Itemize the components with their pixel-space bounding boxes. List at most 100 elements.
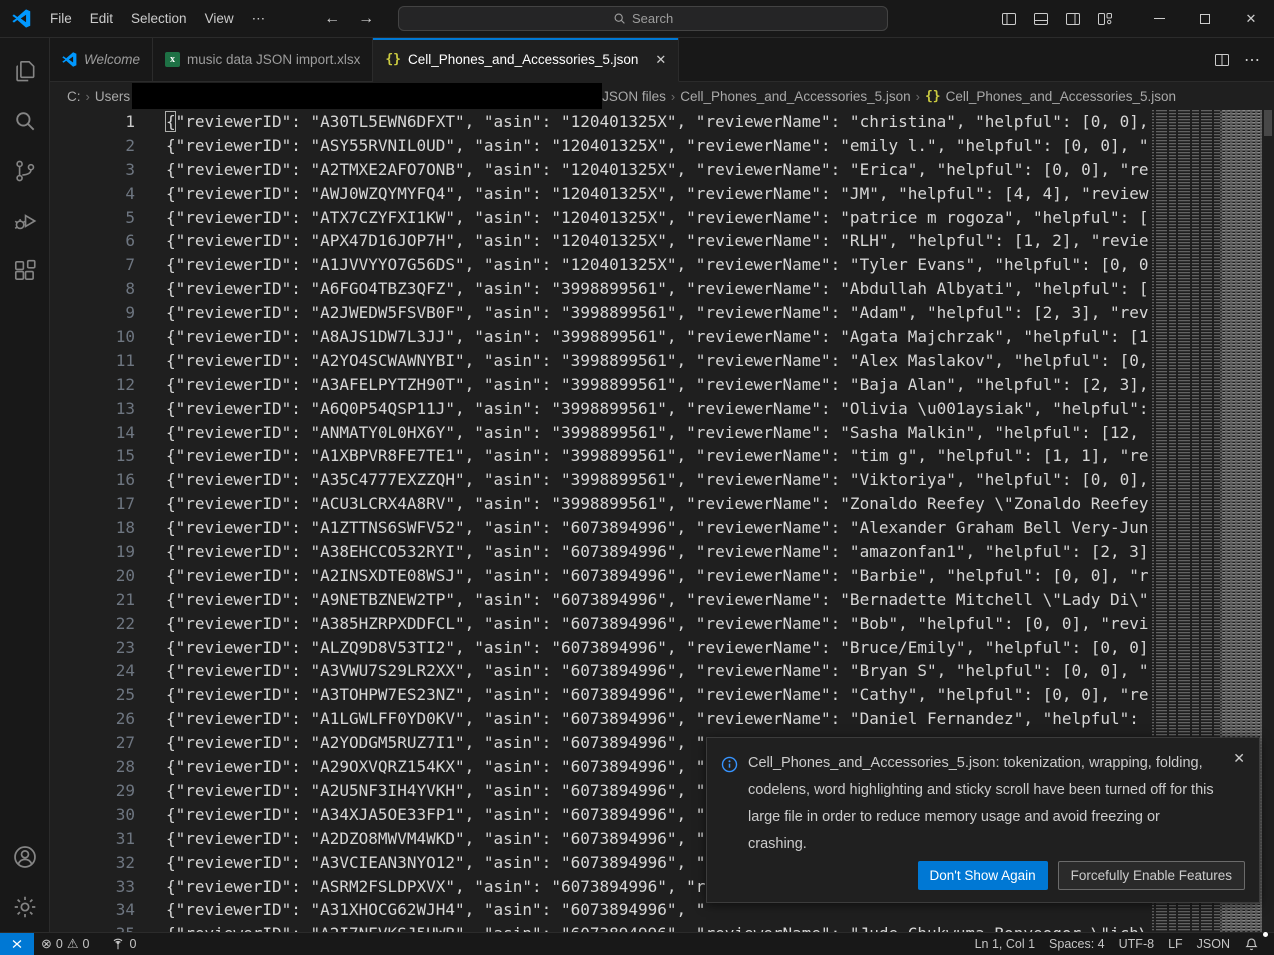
breadcrumb-drive[interactable]: C:: [67, 89, 81, 104]
code-line[interactable]: 4{"reviewerID": "AWJ0WZQYMYFQ4", "asin":…: [50, 182, 1152, 206]
line-text: {"reviewerID": "A3VWU7S29LR2XX", "asin":…: [166, 659, 1149, 683]
menu-file[interactable]: File: [41, 7, 81, 30]
code-line[interactable]: 5{"reviewerID": "ATX7CZYFXI1KW", "asin":…: [50, 206, 1152, 230]
notification-close-icon[interactable]: ✕: [1233, 750, 1245, 858]
code-line[interactable]: 14{"reviewerID": "ANMATY0L0HX6Y", "asin"…: [50, 421, 1152, 445]
code-line[interactable]: 26{"reviewerID": "A1LGWLFF0YD0KV", "asin…: [50, 707, 1152, 731]
line-number: 11: [50, 349, 135, 373]
code-line[interactable]: 1{"reviewerID": "A30TL5EWN6DFXT", "asin"…: [50, 110, 1152, 134]
code-line[interactable]: 16{"reviewerID": "A35C4777EXZZQH", "asin…: [50, 468, 1152, 492]
code-line[interactable]: 21{"reviewerID": "A9NETBZNEW2TP", "asin"…: [50, 588, 1152, 612]
line-text: {"reviewerID": "A3VCIEAN3NYO12", "asin":…: [166, 851, 705, 875]
code-line[interactable]: 20{"reviewerID": "A2INSXDTE08WSJ", "asin…: [50, 564, 1152, 588]
code-line[interactable]: 19{"reviewerID": "A38EHCCO532RYI", "asin…: [50, 540, 1152, 564]
excel-file-icon: x: [165, 52, 180, 67]
line-number: 6: [50, 229, 135, 253]
breadcrumb-users[interactable]: Users: [95, 89, 130, 104]
tab-welcome[interactable]: Welcome: [50, 38, 153, 81]
split-editor-icon[interactable]: [1214, 52, 1230, 68]
line-number: 20: [50, 564, 135, 588]
code-line[interactable]: 35{"reviewerID": "A2I7NEVKSJ5UWB", "asin…: [50, 922, 1152, 932]
notifications-bell-icon[interactable]: [1237, 933, 1266, 955]
line-number: 33: [50, 875, 135, 899]
ports-indicator[interactable]: 0: [104, 933, 143, 955]
extensions-icon[interactable]: [1, 246, 49, 296]
tab-bar: Welcome x music data JSON import.xlsx {}…: [50, 38, 1274, 82]
toggle-secondary-sidebar-icon[interactable]: [1060, 6, 1086, 32]
code-line[interactable]: 3{"reviewerID": "A2TMXE2AFO7ONB", "asin"…: [50, 158, 1152, 182]
code-line[interactable]: 23{"reviewerID": "ALZQ9D8V53TI2", "asin"…: [50, 636, 1152, 660]
code-line[interactable]: 2{"reviewerID": "ASY55RVNIL0UD", "asin":…: [50, 134, 1152, 158]
scrollbar-thumb[interactable]: [1264, 110, 1272, 136]
remote-indicator[interactable]: [0, 933, 34, 955]
code-line[interactable]: 25{"reviewerID": "A3TOHPW7ES23NZ", "asin…: [50, 683, 1152, 707]
notification-message: Cell_Phones_and_Accessories_5.json: toke…: [748, 750, 1218, 858]
source-control-icon[interactable]: [1, 146, 49, 196]
language-mode[interactable]: JSON: [1190, 933, 1237, 955]
settings-gear-icon[interactable]: [1, 882, 49, 932]
code-line[interactable]: 22{"reviewerID": "A385HZRPXDDFCL", "asin…: [50, 612, 1152, 636]
editor-more-actions-icon[interactable]: ⋯: [1244, 50, 1260, 70]
encoding[interactable]: UTF-8: [1112, 933, 1161, 955]
code-line[interactable]: 18{"reviewerID": "A1ZTTNS6SWFV52", "asin…: [50, 516, 1152, 540]
menu-edit[interactable]: Edit: [81, 7, 122, 30]
code-line[interactable]: 9{"reviewerID": "A2JWEDW5FSVB0F", "asin"…: [50, 301, 1152, 325]
explorer-icon[interactable]: [1, 46, 49, 96]
vertical-scrollbar[interactable]: [1262, 110, 1274, 932]
eol-sequence[interactable]: LF: [1161, 933, 1190, 955]
warning-icon: ⚠: [67, 936, 79, 952]
account-icon[interactable]: [1, 832, 49, 882]
indentation[interactable]: Spaces: 4: [1042, 933, 1112, 955]
toggle-primary-sidebar-icon[interactable]: [996, 6, 1022, 32]
line-text: {"reviewerID": "A2DZO8MWVM4WKD", "asin":…: [166, 827, 705, 851]
code-line[interactable]: 11{"reviewerID": "A2YO4SCWAWNYBI", "asin…: [50, 349, 1152, 373]
run-debug-icon[interactable]: [1, 196, 49, 246]
line-number: 17: [50, 492, 135, 516]
vscode-file-icon: [62, 52, 77, 67]
line-text: {"reviewerID": "ACU3LCRX4A8RV", "asin": …: [166, 492, 1149, 516]
forward-arrow-icon[interactable]: →: [356, 10, 376, 28]
menu-more[interactable]: ⋯: [243, 7, 275, 31]
activity-bar: [0, 38, 50, 932]
code-line[interactable]: 7{"reviewerID": "A1JVVYYO7G56DS", "asin"…: [50, 253, 1152, 277]
tab-music-data-xlsx[interactable]: x music data JSON import.xlsx: [153, 38, 373, 81]
line-number: 1: [50, 110, 135, 134]
breadcrumb-folder[interactable]: JSON files: [602, 89, 666, 104]
cursor-position[interactable]: Ln 1, Col 1: [968, 933, 1042, 955]
line-text: {"reviewerID": "A34XJA5OE33FP1", "asin":…: [166, 803, 705, 827]
code-line[interactable]: 17 {"reviewerID": "ACU3LCRX4A8RV", "asin"…: [50, 492, 1152, 516]
menu-view[interactable]: View: [196, 7, 243, 30]
code-line[interactable]: 24{"reviewerID": "A3VWU7S29LR2XX", "asin…: [50, 659, 1152, 683]
code-line[interactable]: 10{"reviewerID": "A8AJS1DW7L3JJ", "asin"…: [50, 325, 1152, 349]
code-line[interactable]: 15{"reviewerID": "A1XBPVR8FE7TE1", "asin…: [50, 444, 1152, 468]
code-line[interactable]: 8{"reviewerID": "A6FGO4TBZ3QFZ", "asin":…: [50, 277, 1152, 301]
line-text: {"reviewerID": "APX47D16JOP7H", "asin": …: [166, 229, 1149, 253]
line-text: {"reviewerID": "ALZQ9D8V53TI2", "asin": …: [166, 636, 1149, 660]
line-number: 35: [50, 922, 135, 932]
customize-layout-icon[interactable]: [1092, 6, 1118, 32]
line-text: {"reviewerID": "ASY55RVNIL0UD", "asin": …: [166, 134, 1149, 158]
tab-cell-phones-json[interactable]: {} Cell_Phones_and_Accessories_5.json ✕: [373, 38, 679, 82]
command-center-search[interactable]: Search: [398, 6, 888, 31]
breadcrumb-symbol[interactable]: Cell_Phones_and_Accessories_5.json: [946, 89, 1176, 104]
code-line[interactable]: 13{"reviewerID": "A6Q0P54QSP11J", "asin"…: [50, 397, 1152, 421]
line-number: 4: [50, 182, 135, 206]
toggle-panel-icon[interactable]: [1028, 6, 1054, 32]
chevron-right-icon: ›: [916, 89, 920, 104]
problems-indicator[interactable]: ⊗ 0 ⚠ 0: [34, 933, 96, 955]
code-line[interactable]: 6 {"reviewerID": "APX47D16JOP7H", "asin":…: [50, 229, 1152, 253]
line-number: 8: [50, 277, 135, 301]
forcefully-enable-features-button[interactable]: Forcefully Enable Features: [1058, 861, 1245, 890]
tab-close-icon[interactable]: ✕: [655, 52, 666, 68]
json-file-icon: {}: [385, 52, 401, 67]
back-arrow-icon[interactable]: ←: [322, 10, 342, 28]
maximize-button[interactable]: [1182, 0, 1228, 38]
minimize-button[interactable]: [1136, 0, 1182, 38]
menu-selection[interactable]: Selection: [122, 7, 196, 30]
line-number: 25: [50, 683, 135, 707]
dont-show-again-button[interactable]: Don't Show Again: [918, 861, 1048, 890]
close-window-button[interactable]: ✕: [1228, 0, 1274, 38]
code-line[interactable]: 12{"reviewerID": "A3AFELPYTZH90T", "asin…: [50, 373, 1152, 397]
breadcrumb-file[interactable]: Cell_Phones_and_Accessories_5.json: [680, 89, 910, 104]
search-sidebar-icon[interactable]: [1, 96, 49, 146]
